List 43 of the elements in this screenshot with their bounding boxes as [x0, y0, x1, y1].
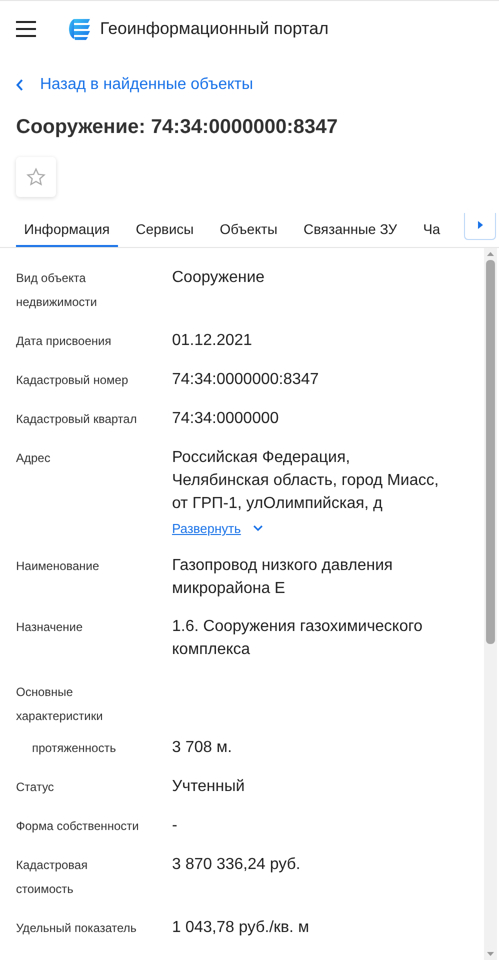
- field-label: Кадастровый номер: [16, 372, 130, 389]
- field-value: Российская Федерация, Челябинская область, город Миасс, от ГРП-1, улОлимпийская, д: [172, 448, 440, 514]
- field-label: Назначение: [16, 618, 84, 636]
- logo-icon: [68, 18, 92, 40]
- portal-title: Геоинформационный портал: [100, 18, 329, 40]
- field-value: 01.12.2021: [172, 331, 254, 351]
- field-label: Удельный показатель: [16, 920, 138, 936]
- scroll-up-icon[interactable]: [487, 252, 494, 256]
- tab[interactable]: Ча: [415, 213, 448, 247]
- field-value: 3 870 336,24 руб.: [172, 854, 302, 874]
- expand-link[interactable]: Развернуть: [172, 519, 263, 538]
- scroll-down-icon[interactable]: [487, 952, 494, 956]
- field-label: Вид объекта недвижимости: [16, 270, 98, 311]
- field-value: Учтенный: [172, 776, 246, 796]
- field-value: Газопровод низкого давления микрорайона Е: [172, 556, 394, 598]
- tab[interactable]: Сервисы: [128, 213, 202, 247]
- chevron-left-icon: [16, 79, 24, 91]
- page-title: Сооружение: 74:34:0000000:8347: [16, 115, 339, 140]
- field-value: Сооружение: [172, 268, 266, 288]
- tab[interactable]: Связанные ЗУ: [295, 213, 406, 247]
- field-value: 3 708 м.: [172, 738, 233, 758]
- tab[interactable]: Объекты: [212, 213, 286, 247]
- field-label: Кадастровая стоимость: [16, 856, 89, 898]
- scrollbar[interactable]: [484, 248, 497, 960]
- field-value: 74:34:0000000: [172, 409, 280, 429]
- field-label: Адрес: [16, 450, 52, 467]
- caret-right-icon: [478, 220, 482, 228]
- field-label: Дата присвоения: [16, 333, 112, 350]
- field-value: 1.6. Сооружения газохимического комплекса: [172, 616, 424, 660]
- scroll-right-button[interactable]: [464, 213, 496, 240]
- menu-icon[interactable]: [16, 21, 36, 37]
- chevron-down-icon: [252, 525, 263, 532]
- field-value: 74:34:0000000:8347: [172, 370, 320, 390]
- tab[interactable]: Информация: [16, 213, 118, 247]
- field-value: 1 043,78 руб./кв. м: [172, 918, 310, 938]
- field-value: -: [172, 816, 178, 836]
- field-label: Основные характеристики: [16, 684, 104, 724]
- field-label: протяженность: [32, 740, 117, 756]
- field-label: Кадастровый квартал: [16, 411, 138, 428]
- back-link[interactable]: Назад в найденные объекты: [16, 73, 254, 97]
- field-label: Статус: [16, 778, 55, 796]
- field-label: Форма собственности: [16, 818, 140, 834]
- field-label: Наименование: [16, 558, 100, 574]
